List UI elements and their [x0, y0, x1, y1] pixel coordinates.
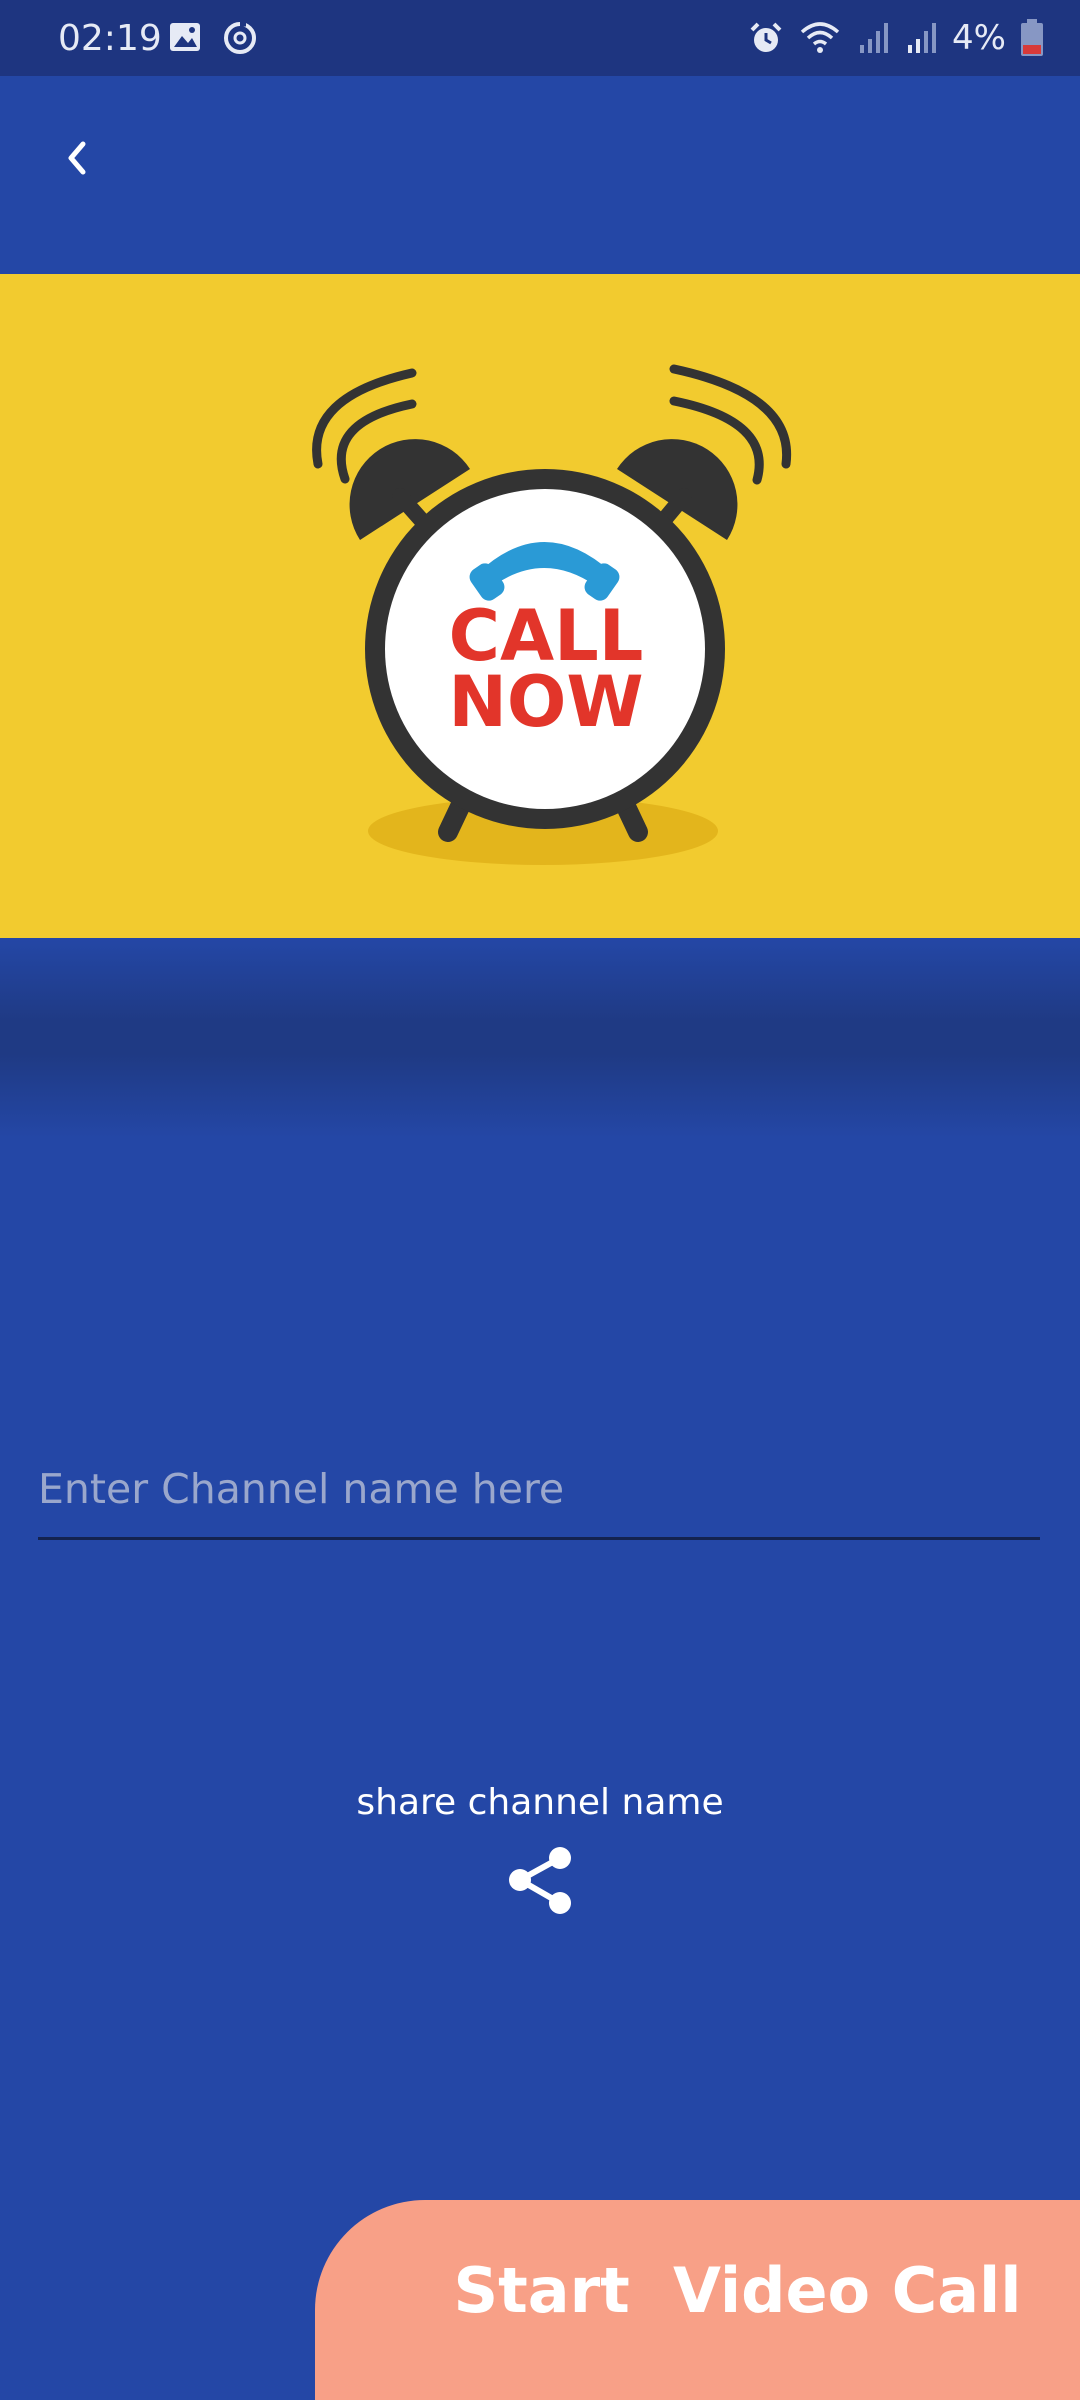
signal-icon	[908, 23, 937, 53]
banner-shadow	[0, 938, 1080, 1138]
signal-icon	[860, 23, 889, 53]
alarm-clock-illustration: CALL NOW	[312, 364, 792, 865]
image-icon	[170, 23, 200, 51]
share-button[interactable]	[500, 1840, 580, 1920]
share-icon	[509, 1847, 571, 1914]
call-now-banner: CALL NOW	[0, 274, 1080, 938]
battery-percent: 4%	[952, 18, 1006, 58]
app-bar	[0, 76, 1080, 274]
battery-low-icon	[1021, 19, 1043, 56]
back-button[interactable]	[44, 126, 108, 190]
wifi-icon	[800, 22, 840, 53]
alarm-icon	[750, 22, 782, 52]
sync-icon	[224, 21, 256, 54]
banner-line-now: NOW	[448, 661, 643, 743]
status-time: 02:19	[58, 18, 162, 59]
status-bar: 02:19 4%	[0, 0, 1080, 76]
channel-name-input[interactable]	[38, 1440, 1040, 1540]
chevron-left-icon	[68, 141, 86, 175]
start-video-call-button[interactable]: Start Video Call	[315, 2200, 1080, 2400]
share-channel-label: share channel name	[356, 1782, 724, 1823]
